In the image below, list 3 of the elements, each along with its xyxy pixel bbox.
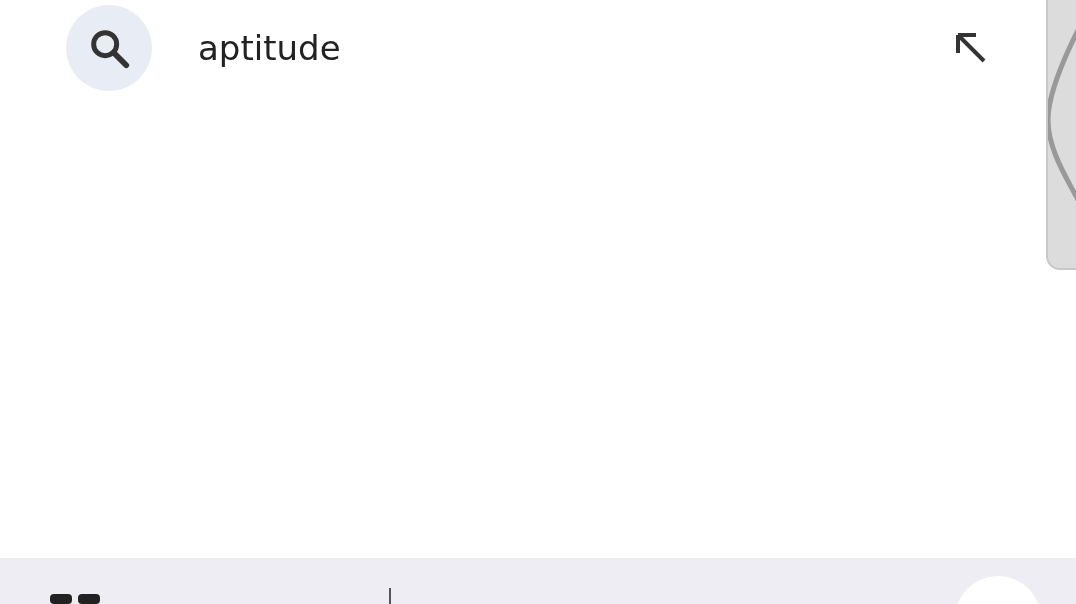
suggestion-text[interactable]: aptitude [198,28,954,68]
grid-icon[interactable] [50,594,102,604]
arrow-up-left-icon[interactable] [954,31,988,65]
